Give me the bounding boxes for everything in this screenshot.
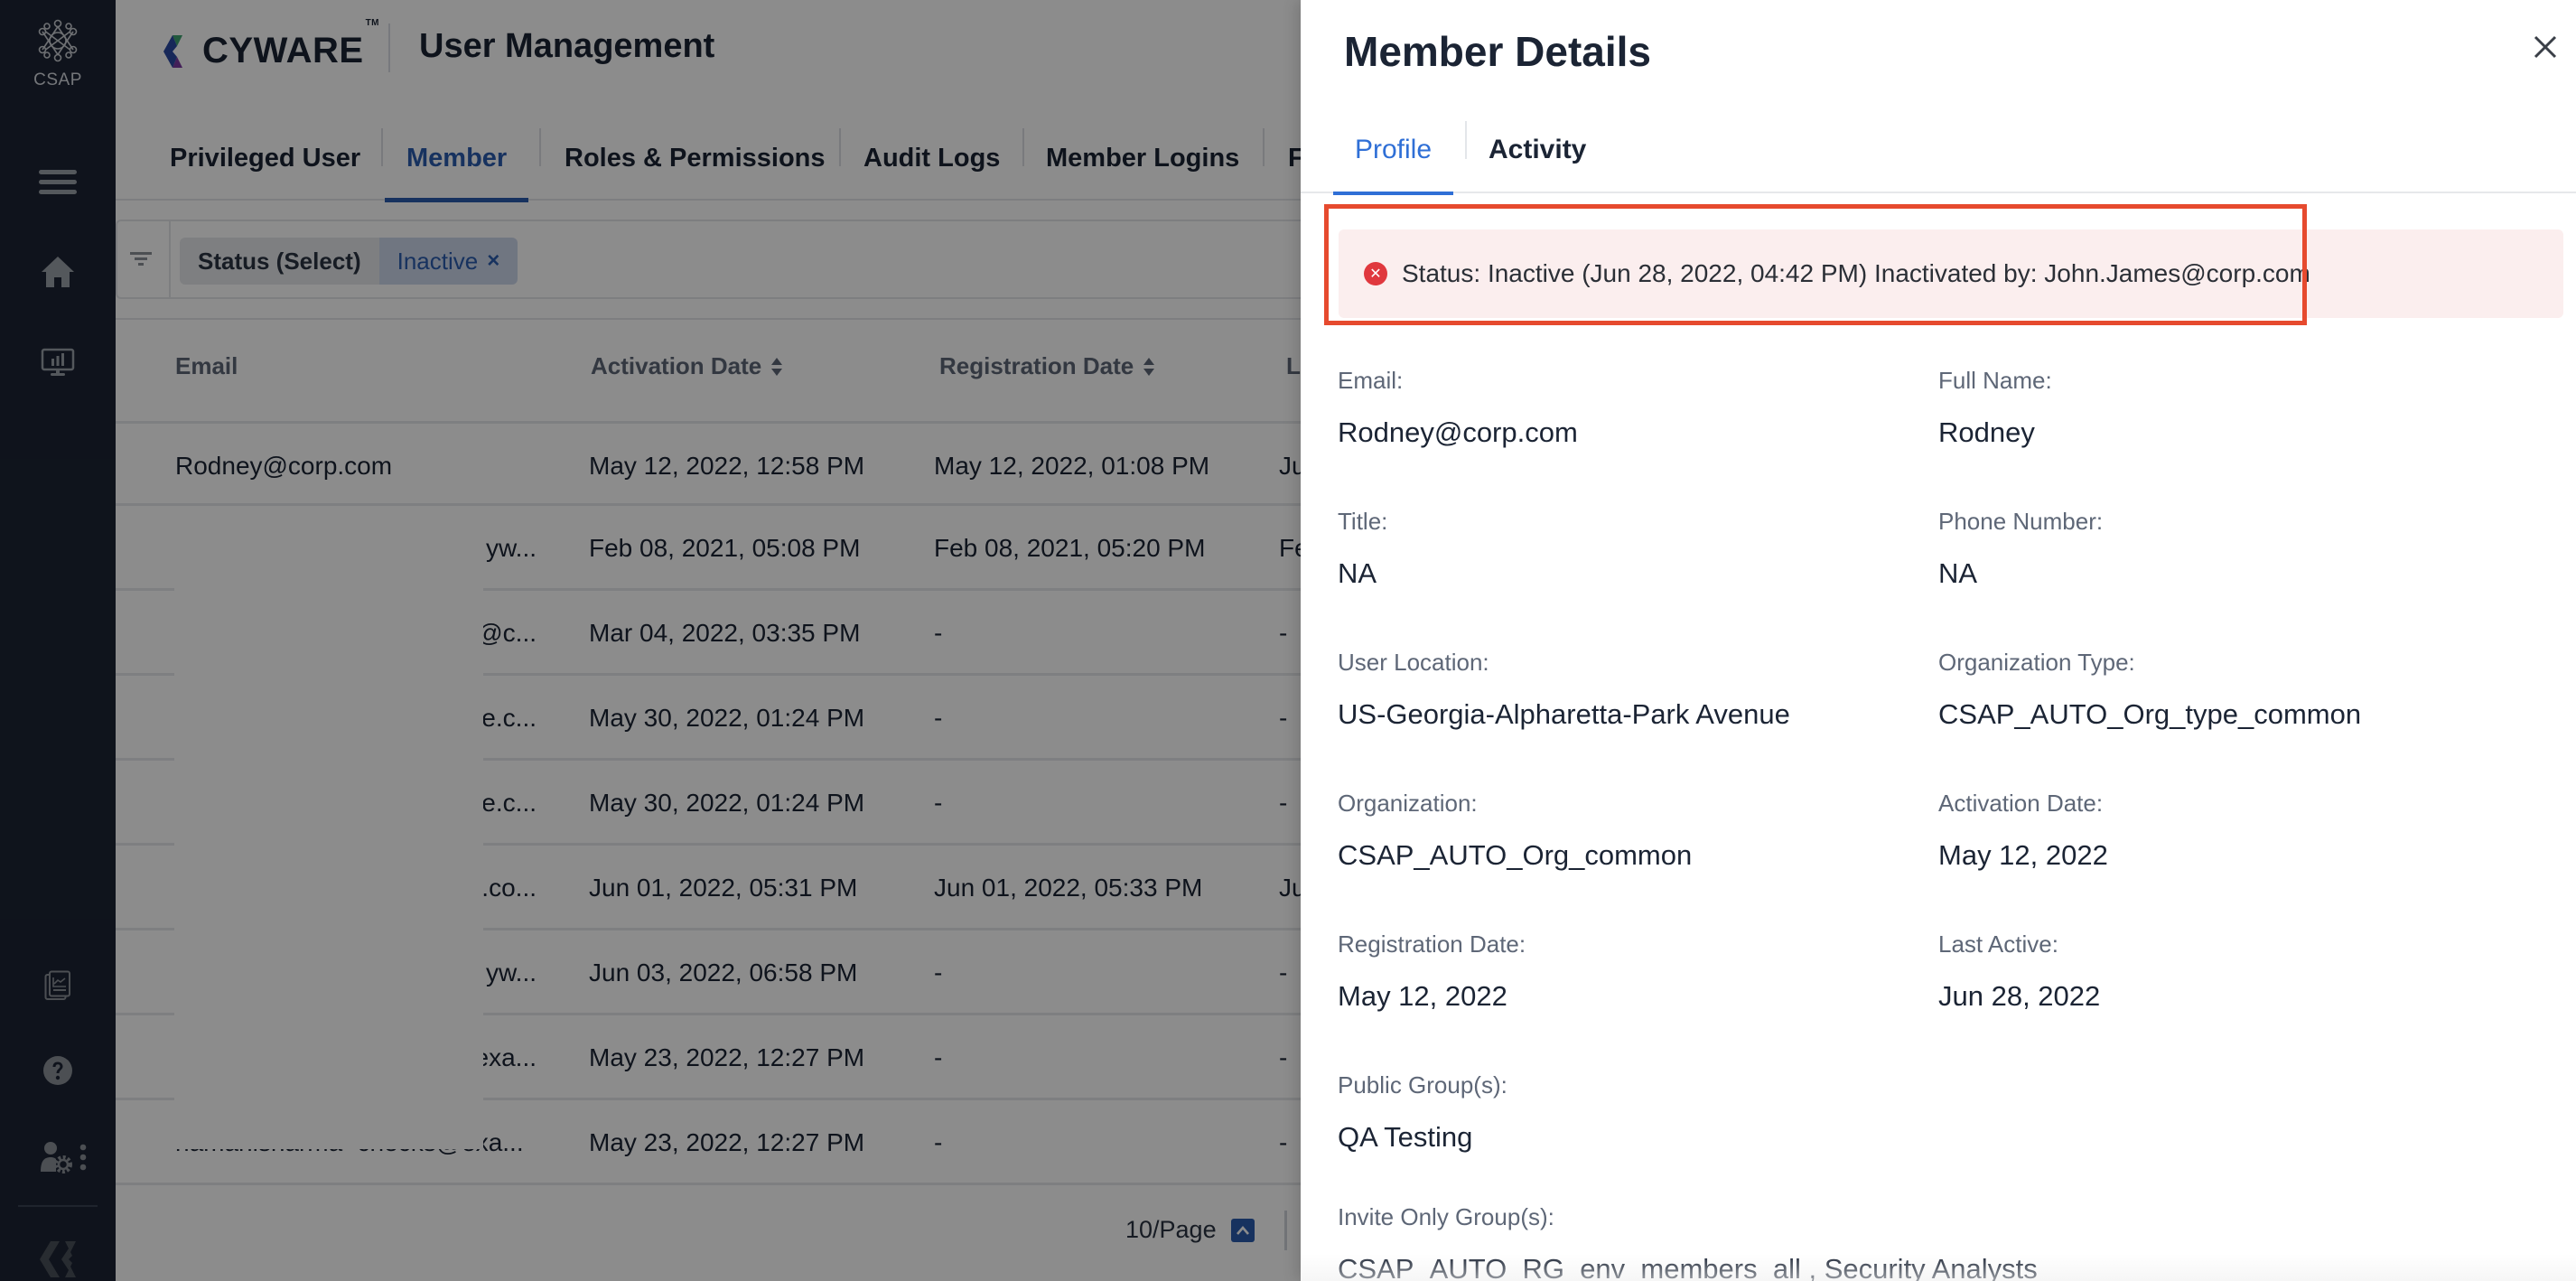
error-icon: ✕ (1364, 262, 1387, 285)
scroll-fade (1301, 1254, 2576, 1281)
field-activation-date: Activation Date: May 12, 2022 (1938, 790, 2108, 872)
field-label: Email: (1338, 367, 1404, 394)
field-phone-number: Phone Number: NA (1938, 508, 2103, 590)
tab-divider (1465, 121, 1467, 159)
field-user-location: User Location: US-Georgia-Alpharetta-Par… (1338, 649, 1790, 731)
close-icon[interactable] (2527, 29, 2563, 65)
status-banner: ✕ Status: Inactive (Jun 28, 2022, 04:42 … (1339, 229, 2563, 318)
field-value: CSAP_AUTO_Org_type_common (1938, 698, 2362, 730)
member-details-drawer: Member Details Profile Activity ✕ Status… (1301, 0, 2576, 1281)
drawer-tab-bar: Profile Activity (1301, 107, 2576, 195)
field-value: US-Georgia-Alpharetta-Park Avenue (1338, 698, 1790, 730)
field-last-active: Last Active: Jun 28, 2022 (1938, 930, 2100, 1013)
status-text: Status: Inactive (Jun 28, 2022, 04:42 PM… (1402, 259, 2310, 287)
field-label: Last Active: (1938, 930, 2058, 958)
field-label: Full Name: (1938, 367, 2052, 394)
field-full-name: Full Name: Rodney (1938, 367, 2052, 449)
field-value: May 12, 2022 (1338, 980, 1507, 1012)
field-value: Jun 28, 2022 (1938, 980, 2101, 1012)
field-value: May 12, 2022 (1938, 839, 2108, 871)
field-value: Rodney@corp.com (1338, 416, 1578, 448)
field-value: QA Testing (1338, 1121, 1473, 1153)
field-title: Title: NA (1338, 508, 1387, 590)
field-label: Title: (1338, 508, 1388, 535)
field-value: CSAP_AUTO_Org_common (1338, 839, 1693, 871)
field-organization: Organization: CSAP_AUTO_Org_common (1338, 790, 1692, 872)
field-organization-type: Organization Type: CSAP_AUTO_Org_type_co… (1938, 649, 2361, 731)
tab-profile[interactable]: Profile (1332, 107, 1454, 195)
field-value: NA (1938, 557, 1978, 589)
drawer-title: Member Details (1344, 28, 1652, 75)
tab-activity[interactable]: Activity (1489, 107, 1586, 193)
field-label: Public Group(s): (1338, 1071, 1507, 1099)
modal-backdrop[interactable] (0, 0, 1301, 1281)
field-email: Email: Rodney@corp.com (1338, 367, 1578, 449)
field-label: Organization Type: (1938, 649, 2135, 676)
field-value: NA (1338, 557, 1377, 589)
field-registration-date: Registration Date: May 12, 2022 (1338, 930, 1526, 1013)
field-label: Activation Date: (1938, 790, 2104, 817)
field-label: Registration Date: (1338, 930, 1526, 958)
field-label: Invite Only Group(s): (1338, 1203, 1554, 1230)
field-value: Rodney (1938, 416, 2035, 448)
field-label: Organization: (1338, 790, 1478, 817)
field-label: Phone Number: (1938, 508, 2104, 535)
field-public-groups: Public Group(s): QA Testing (1338, 1071, 1507, 1154)
field-label: User Location: (1338, 649, 1489, 676)
